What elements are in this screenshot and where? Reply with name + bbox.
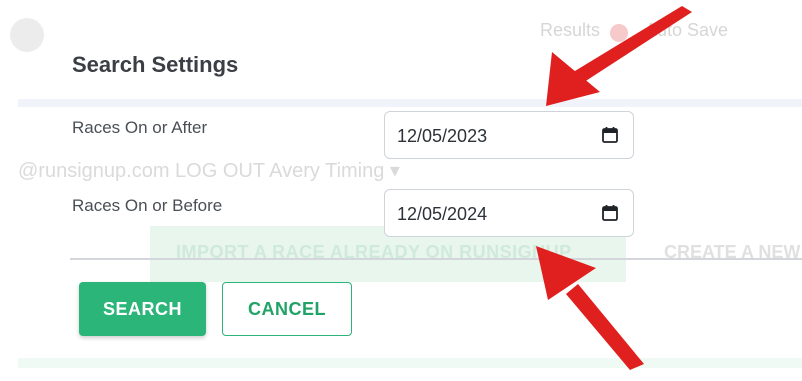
annotation-arrows bbox=[536, 6, 692, 370]
top-annotation-arrow-icon bbox=[546, 6, 692, 106]
bottom-annotation-arrow-icon bbox=[536, 246, 644, 370]
